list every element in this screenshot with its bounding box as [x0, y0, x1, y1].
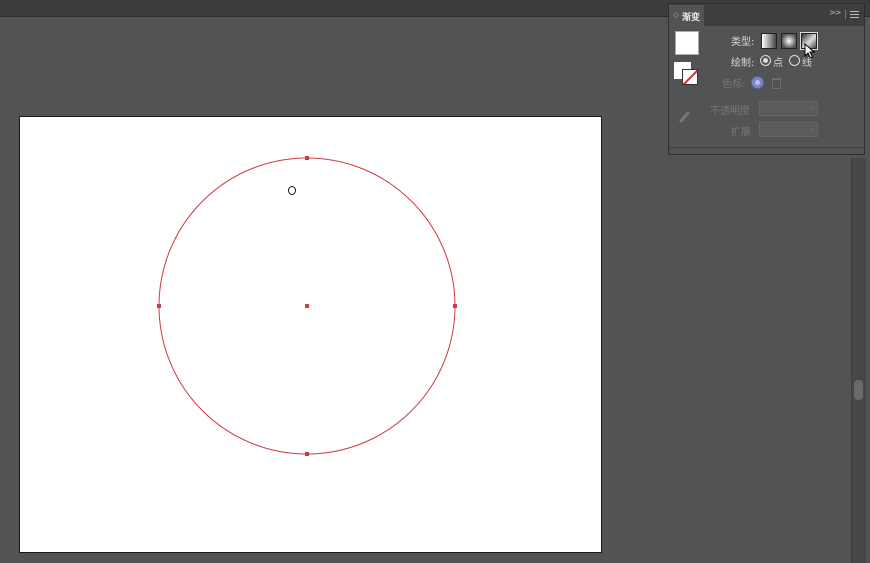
- vertical-scrollbar[interactable]: [851, 158, 866, 563]
- draw-point-radio[interactable]: [760, 55, 771, 66]
- tab-gradient[interactable]: ◇ 渐变: [669, 5, 704, 26]
- double-chevron-right-icon[interactable]: >>: [829, 8, 841, 17]
- spread-label: 扩展: [731, 127, 751, 138]
- linear-gradient-button[interactable]: [761, 33, 777, 49]
- artboard[interactable]: [19, 116, 602, 553]
- radial-gradient-button[interactable]: [781, 33, 797, 49]
- draw-label: 绘制:: [731, 58, 755, 69]
- center-point[interactable]: [305, 304, 309, 308]
- panel-bottom-edge: [669, 147, 864, 148]
- panel-header: ◇ 渐变 >>: [669, 4, 864, 26]
- chevron-down-icon: ⌄: [808, 124, 814, 132]
- draw-line-label: 线: [802, 58, 812, 69]
- canvas-svg: [157, 156, 457, 456]
- header-divider: [845, 10, 846, 19]
- chevron-down-icon: ⌄: [808, 103, 814, 111]
- anchor-point-left[interactable]: [157, 304, 161, 308]
- fill-swatch[interactable]: [675, 31, 699, 55]
- eyedropper-icon[interactable]: [678, 110, 691, 124]
- gradient-cursor-icon: [288, 186, 296, 195]
- draw-line-radio[interactable]: [789, 55, 800, 66]
- anchor-point-top[interactable]: [305, 156, 309, 160]
- spread-dropdown[interactable]: ⌄: [759, 122, 818, 137]
- gradient-panel: ◇ 渐变 >> 类型: 绘制: 点 线 色标: 不透明度 ⌄ 扩展 ⌄: [668, 3, 865, 155]
- trash-icon[interactable]: [772, 78, 781, 89]
- type-label: 类型:: [731, 37, 755, 48]
- anchor-point-right[interactable]: [453, 304, 457, 308]
- opacity-label: 不透明度: [710, 106, 750, 117]
- opacity-dropdown[interactable]: ⌄: [759, 101, 818, 116]
- color-stop-label: 色标:: [722, 79, 746, 90]
- color-stop-swatch[interactable]: [751, 76, 764, 89]
- scrollbar-thumb[interactable]: [854, 380, 863, 400]
- hamburger-menu-icon[interactable]: [850, 9, 859, 19]
- stroke-none-swatch[interactable]: [682, 69, 698, 85]
- draw-point-label: 点: [773, 58, 783, 69]
- anchor-point-bottom[interactable]: [305, 452, 309, 456]
- tab-gradient-label: 渐变: [682, 13, 701, 23]
- tab-diamond-icon: ◇: [673, 11, 679, 19]
